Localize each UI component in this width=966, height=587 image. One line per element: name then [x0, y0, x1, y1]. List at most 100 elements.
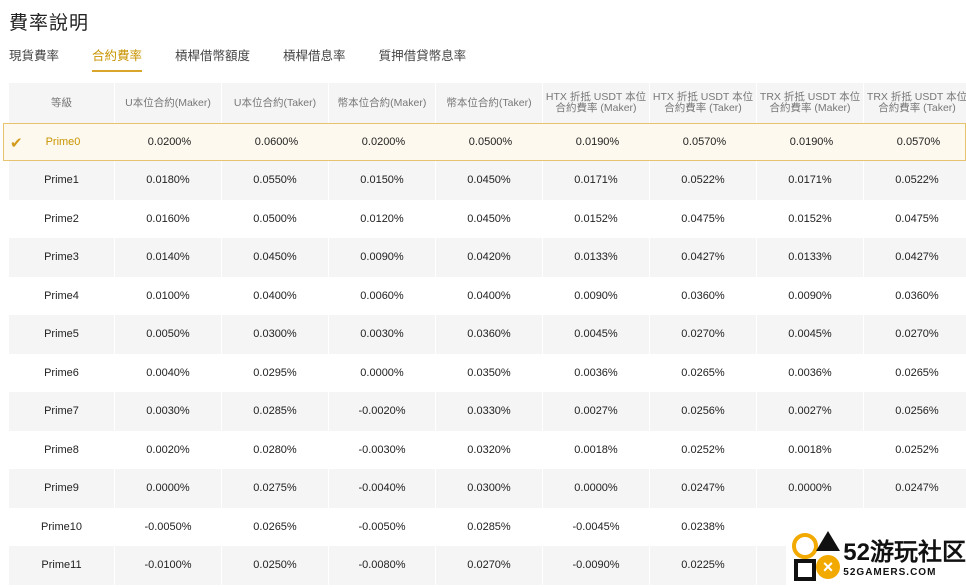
fee-cell: 0.0252%	[650, 430, 757, 469]
fee-cell: 0.0400%	[222, 276, 329, 315]
fee-cell: 0.0018%	[543, 430, 650, 469]
column-header: TRX 折抵 USDT 本位合約費率 (Taker)	[864, 83, 966, 123]
fee-cell: -0.0050%	[329, 507, 436, 546]
fee-cell: 0.0265%	[222, 507, 329, 546]
table-row[interactable]: Prime9 0.0000% 0.0275% -0.0040% 0.0300% 0.000…	[9, 469, 966, 508]
fee-cell: 0.0000%	[543, 469, 650, 508]
fee-cell: 0.0200%	[361, 136, 406, 148]
table-row[interactable]: Prime8 0.0020% 0.0280% -0.0030% 0.0320% 0.001…	[9, 430, 966, 469]
fee-cell: 0.0450%	[436, 161, 543, 200]
fee-cell: 0.0180%	[115, 161, 222, 200]
fee-cell: 0.0400%	[436, 276, 543, 315]
fee-cell: 0.0090%	[543, 276, 650, 315]
fee-cell: 0.0280%	[222, 430, 329, 469]
check-icon: ✔	[10, 135, 23, 152]
fee-cell: 0.0350%	[436, 353, 543, 392]
fee-cell: 0.0270%	[650, 315, 757, 354]
tier-label: Prime3	[9, 238, 115, 277]
column-header: 等級	[9, 83, 115, 123]
fee-cell: 0.0330%	[436, 392, 543, 431]
table-row[interactable]: Prime3 0.0140% 0.0450% 0.0090% 0.0420% 0.0133…	[9, 238, 966, 277]
tier-label: Prime2	[9, 199, 115, 238]
column-header: HTX 折抵 USDT 本位合約費率 (Maker)	[543, 83, 650, 123]
fee-cell: 0.0060%	[329, 276, 436, 315]
fee-cell: 0.0225%	[650, 546, 757, 585]
tab-0[interactable]: 現貨費率	[9, 48, 59, 72]
fee-cell: 0.0150%	[329, 161, 436, 200]
table-row[interactable]: Prime4 0.0100% 0.0400% 0.0060% 0.0400% 0.0090…	[9, 276, 966, 316]
fee-tabs: 現貨費率 合約費率 槓桿借幣額度 槓桿借息率 質押借貸幣息率	[9, 48, 499, 72]
tab-4[interactable]: 質押借貸幣息率	[379, 48, 467, 72]
fee-cell: 0.0270%	[436, 546, 543, 585]
fee-rate-page: 費率說明 現貨費率 合約費率 槓桿借幣額度 槓桿借息率 質押借貸幣息率 等級 U本位合約(…	[0, 0, 966, 587]
tier-label: Prime8	[9, 430, 115, 469]
column-header: TRX 折抵 USDT 本位合約費率 (Maker)	[757, 83, 864, 123]
fee-cell: 0.0133%	[757, 238, 864, 277]
fee-cell: -0.0030%	[329, 430, 436, 469]
table-row[interactable]: Prime7 0.0030% 0.0285% -0.0020% 0.0330% 0.002…	[9, 392, 966, 431]
fee-cell: 0.0020%	[115, 430, 222, 469]
watermark-url: 52GAMERS.COM	[843, 567, 937, 578]
fee-cell: 0.0030%	[329, 315, 436, 354]
fee-cell: -0.0100%	[115, 546, 222, 585]
fee-cell: 0.0171%	[543, 161, 650, 200]
table-row[interactable]: Prime5 0.0050% 0.0300% 0.0030% 0.0360% 0.0045…	[9, 315, 966, 354]
fee-cell: 0.0265%	[650, 353, 757, 392]
fee-cell: -0.0040%	[329, 469, 436, 508]
fee-cell: 0.0600%	[254, 136, 299, 148]
fee-cell: 0.0152%	[757, 199, 864, 238]
fee-cell: 0.0475%	[650, 199, 757, 238]
fee-cell: -0.0080%	[329, 546, 436, 585]
fee-cell: 0.0200%	[147, 136, 192, 148]
fee-cell: 0.0320%	[436, 430, 543, 469]
fee-table: 等級 U本位合約(Maker) U本位合約(Taker) 幣本位合約(Maker) 幣本…	[3, 83, 966, 585]
table-row[interactable]: Prime2 0.0160% 0.0500% 0.0120% 0.0450% 0.0152…	[9, 199, 966, 239]
fee-cell: 0.0275%	[222, 469, 329, 508]
fee-cell: 0.0036%	[757, 353, 864, 392]
watermark: × 52游玩社区 52GAMERS.COM	[786, 525, 966, 585]
fee-cell: -0.0050%	[115, 507, 222, 546]
fee-cell: 0.0360%	[650, 276, 757, 315]
fee-cell: 0.0522%	[864, 161, 966, 200]
tab-3[interactable]: 槓桿借息率	[283, 48, 346, 72]
fee-cell: 0.0160%	[115, 199, 222, 238]
fee-cell: 0.0295%	[222, 353, 329, 392]
fee-cell: 0.0140%	[115, 238, 222, 277]
fee-cell: 0.0027%	[543, 392, 650, 431]
fee-cell: 0.0190%	[789, 136, 834, 148]
fee-cell: 0.0090%	[329, 238, 436, 277]
fee-cell: -0.0090%	[543, 546, 650, 585]
table-header: 等級 U本位合約(Maker) U本位合約(Taker) 幣本位合約(Maker) 幣本…	[9, 83, 966, 123]
tier-label: Prime10	[9, 507, 115, 546]
table-row[interactable]: Prime1 0.0180% 0.0550% 0.0150% 0.0450% 0.0171…	[9, 161, 966, 200]
fee-cell: 0.0133%	[543, 238, 650, 277]
fee-cell: 0.0045%	[543, 315, 650, 354]
fee-cell: 0.0090%	[757, 276, 864, 315]
fee-cell: 0.0256%	[864, 392, 966, 431]
tab-1[interactable]: 合約費率	[92, 48, 143, 72]
table-row[interactable]: Prime6 0.0040% 0.0295% 0.0000% 0.0350% 0.0036…	[9, 353, 966, 392]
tier-label: Prime11	[9, 546, 115, 585]
fee-cell: 0.0000%	[757, 469, 864, 508]
fee-cell: 0.0171%	[757, 161, 864, 200]
fee-cell: 0.0475%	[864, 200, 966, 239]
fee-cell: 0.0450%	[222, 238, 329, 277]
fee-cell: 0.0570%	[682, 136, 727, 148]
fee-cell: 0.0427%	[650, 238, 757, 277]
fee-cell: 0.0500%	[222, 199, 329, 238]
tier-label: Prime6	[9, 353, 115, 392]
fee-cell: -0.0045%	[543, 507, 650, 546]
fee-cell: 0.0360%	[864, 277, 966, 316]
fee-cell: 0.0250%	[222, 546, 329, 585]
watermark-text: 52游玩社区	[843, 539, 966, 566]
fee-cell: 0.0550%	[222, 161, 329, 200]
fee-cell: 0.0522%	[650, 161, 757, 200]
fee-cell: 0.0570%	[896, 136, 941, 148]
fee-cell: -0.0020%	[329, 392, 436, 431]
column-header: U本位合約(Maker)	[115, 83, 222, 123]
table-row[interactable]: ✔ Prime0 0.0200% 0.0600% 0.0200% 0.0500% 0.019…	[3, 123, 966, 161]
fee-cell: 0.0500%	[468, 136, 513, 148]
tab-2[interactable]: 槓桿借幣額度	[175, 48, 250, 72]
column-header: U本位合約(Taker)	[222, 83, 329, 123]
fee-cell: 0.0247%	[864, 469, 966, 508]
